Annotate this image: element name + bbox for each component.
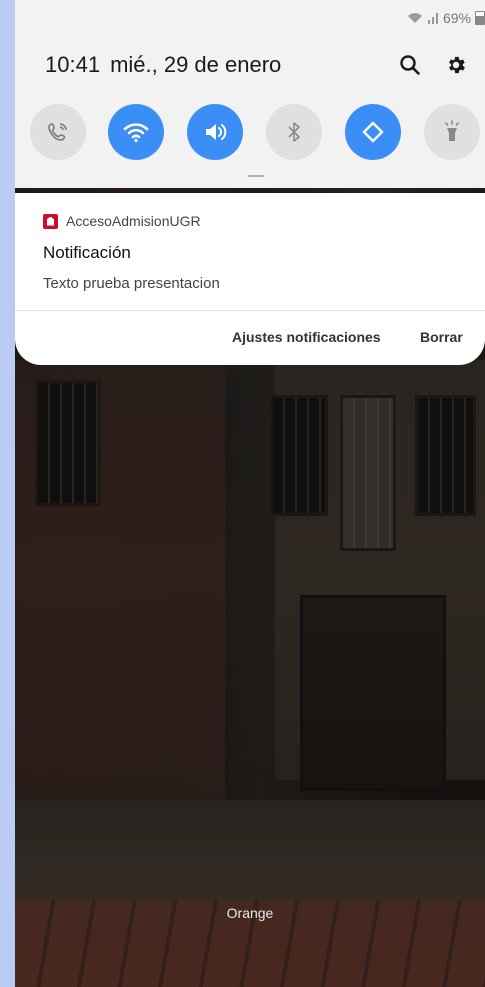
flashlight-toggle[interactable] — [424, 104, 480, 160]
quick-settings-panel: 69% 10:41 mié., 29 de enero — [15, 0, 485, 188]
wifi-status-icon — [407, 13, 422, 23]
notification-app-header: AccesoAdmisionUGR — [43, 213, 201, 229]
auto-rotate-toggle[interactable] — [345, 104, 401, 160]
signal-icon — [427, 13, 438, 24]
carrier-label: Orange — [226, 905, 274, 921]
status-bar: 69% — [407, 8, 485, 28]
auto-rotate-icon — [362, 121, 384, 143]
bluetooth-toggle[interactable] — [266, 104, 322, 160]
sound-icon — [206, 124, 227, 140]
phone-screen: 69% 10:41 mié., 29 de enero AccesoAdmisi… — [15, 0, 485, 987]
time: 10:41 — [45, 52, 101, 77]
notification-title: Notificación — [43, 243, 131, 262]
sound-toggle[interactable] — [187, 104, 243, 160]
notification-app-name: AccesoAdmisionUGR — [66, 213, 201, 229]
datetime[interactable]: 10:41 mié., 29 de enero — [45, 52, 281, 78]
clear-button[interactable]: Borrar — [420, 329, 463, 345]
wifi-calling-icon — [48, 123, 67, 141]
flashlight-icon — [445, 120, 459, 141]
wifi-icon — [123, 123, 149, 143]
app-logo-icon — [43, 213, 58, 229]
search-icon[interactable] — [397, 52, 423, 78]
quick-settings-toggles — [15, 104, 485, 160]
date: mié., 29 de enero — [110, 52, 282, 77]
notification-card[interactable]: AccesoAdmisionUGR Notificación Texto pru… — [15, 193, 485, 365]
battery-icon — [475, 11, 485, 25]
gear-icon[interactable] — [443, 52, 469, 78]
bluetooth-icon — [288, 122, 300, 142]
battery-percent: 69% — [442, 10, 471, 26]
wifi-toggle[interactable] — [108, 104, 164, 160]
notification-settings-button[interactable]: Ajustes notificaciones — [232, 329, 381, 345]
wifi-calling-toggle[interactable] — [30, 104, 86, 160]
panel-expand-handle[interactable] — [248, 175, 264, 177]
notification-text: Texto prueba presentacion — [43, 275, 220, 292]
notification-divider — [15, 310, 485, 311]
